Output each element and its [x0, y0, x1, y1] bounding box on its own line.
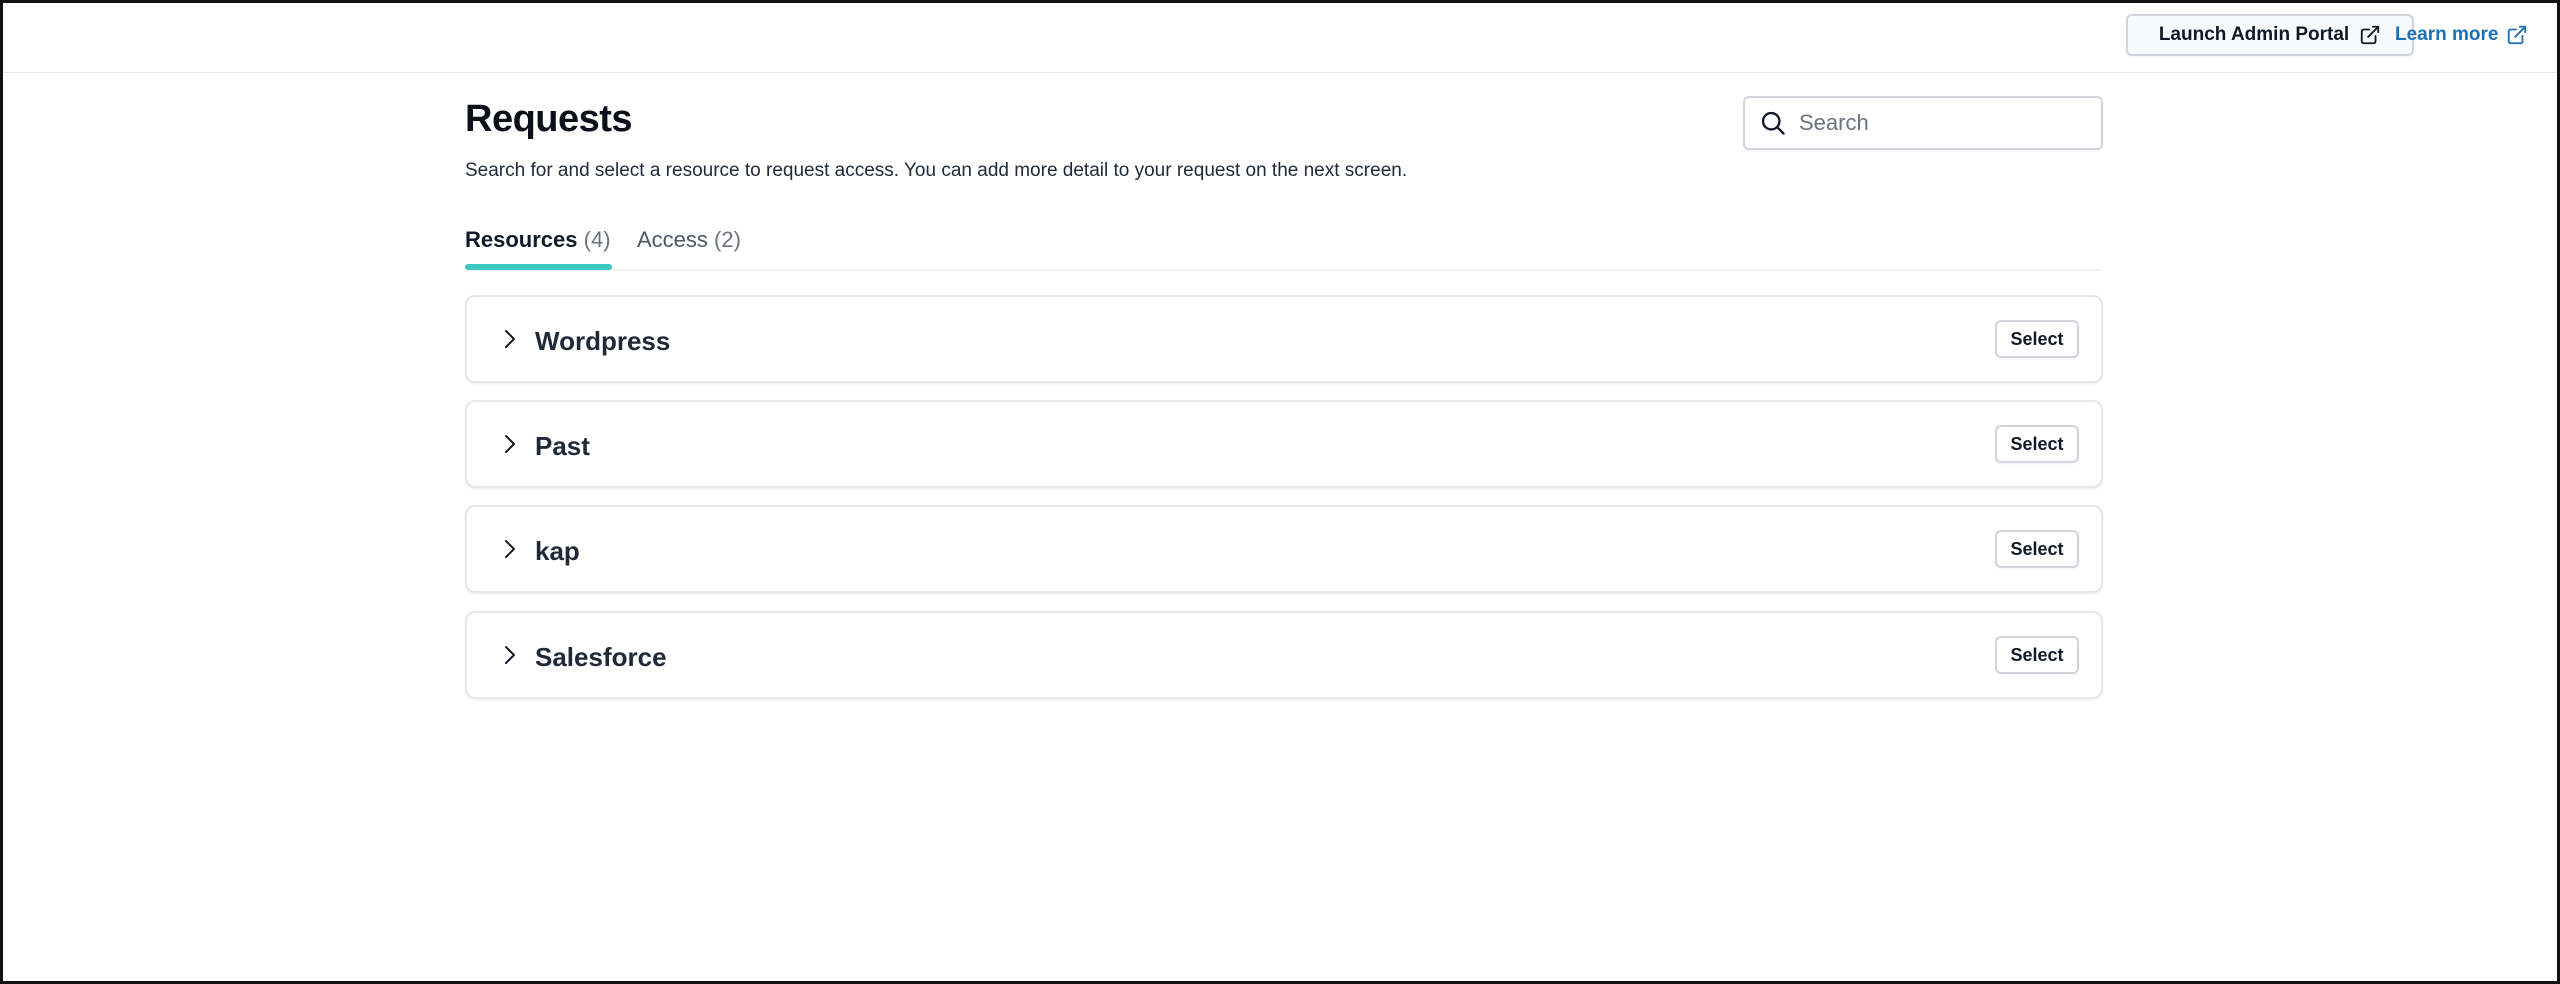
resource-name: Salesforce [535, 642, 667, 672]
resource-row-wordpress[interactable]: Wordpress Select [465, 295, 2103, 383]
active-tab-indicator [465, 264, 612, 270]
tab-access-count: (2) [714, 227, 741, 252]
tab-resources-count: (4) [583, 227, 611, 252]
resource-row-salesforce[interactable]: Salesforce Select [465, 611, 2103, 699]
resource-name: Wordpress [535, 326, 671, 356]
search-field[interactable] [1743, 96, 2103, 150]
external-link-icon [2508, 25, 2527, 45]
page-description: Search for and select a resource to requ… [465, 160, 1408, 181]
page-title: Requests [465, 98, 633, 140]
select-button[interactable]: Select [1995, 636, 2079, 674]
resource-row-kap[interactable]: kap Select [465, 505, 2103, 593]
tab-access[interactable]: Access (2) [637, 227, 741, 253]
launch-admin-portal-button[interactable]: Launch Admin Portal [2126, 14, 2414, 56]
search-input[interactable] [1799, 110, 2079, 136]
resource-name: Past [535, 431, 590, 461]
learn-more-link[interactable]: Learn more [2395, 14, 2528, 56]
select-button[interactable]: Select [1995, 320, 2079, 358]
chevron-right-icon[interactable] [497, 537, 521, 561]
search-icon [1761, 111, 1785, 135]
select-button[interactable]: Select [1995, 425, 2079, 463]
tab-resources[interactable]: Resources (4) [465, 227, 611, 253]
tab-access-label: Access [637, 227, 708, 252]
resource-row-past[interactable]: Past Select [465, 400, 2103, 488]
external-link-icon [2361, 25, 2380, 45]
resource-name: kap [535, 536, 580, 566]
chevron-right-icon[interactable] [497, 432, 521, 456]
tab-resources-label: Resources [465, 227, 578, 252]
chevron-right-icon[interactable] [497, 643, 521, 667]
app-window: Launch Admin Portal Learn more Requests … [0, 0, 2560, 984]
launch-admin-portal-label: Launch Admin Portal [2158, 24, 2350, 45]
learn-more-label: Learn more [2395, 24, 2499, 45]
chevron-right-icon[interactable] [497, 327, 521, 351]
select-button[interactable]: Select [1995, 530, 2079, 568]
top-bar: Launch Admin Portal Learn more [3, 3, 2557, 73]
tab-bar: Resources (4) Access (2) [465, 215, 2101, 271]
